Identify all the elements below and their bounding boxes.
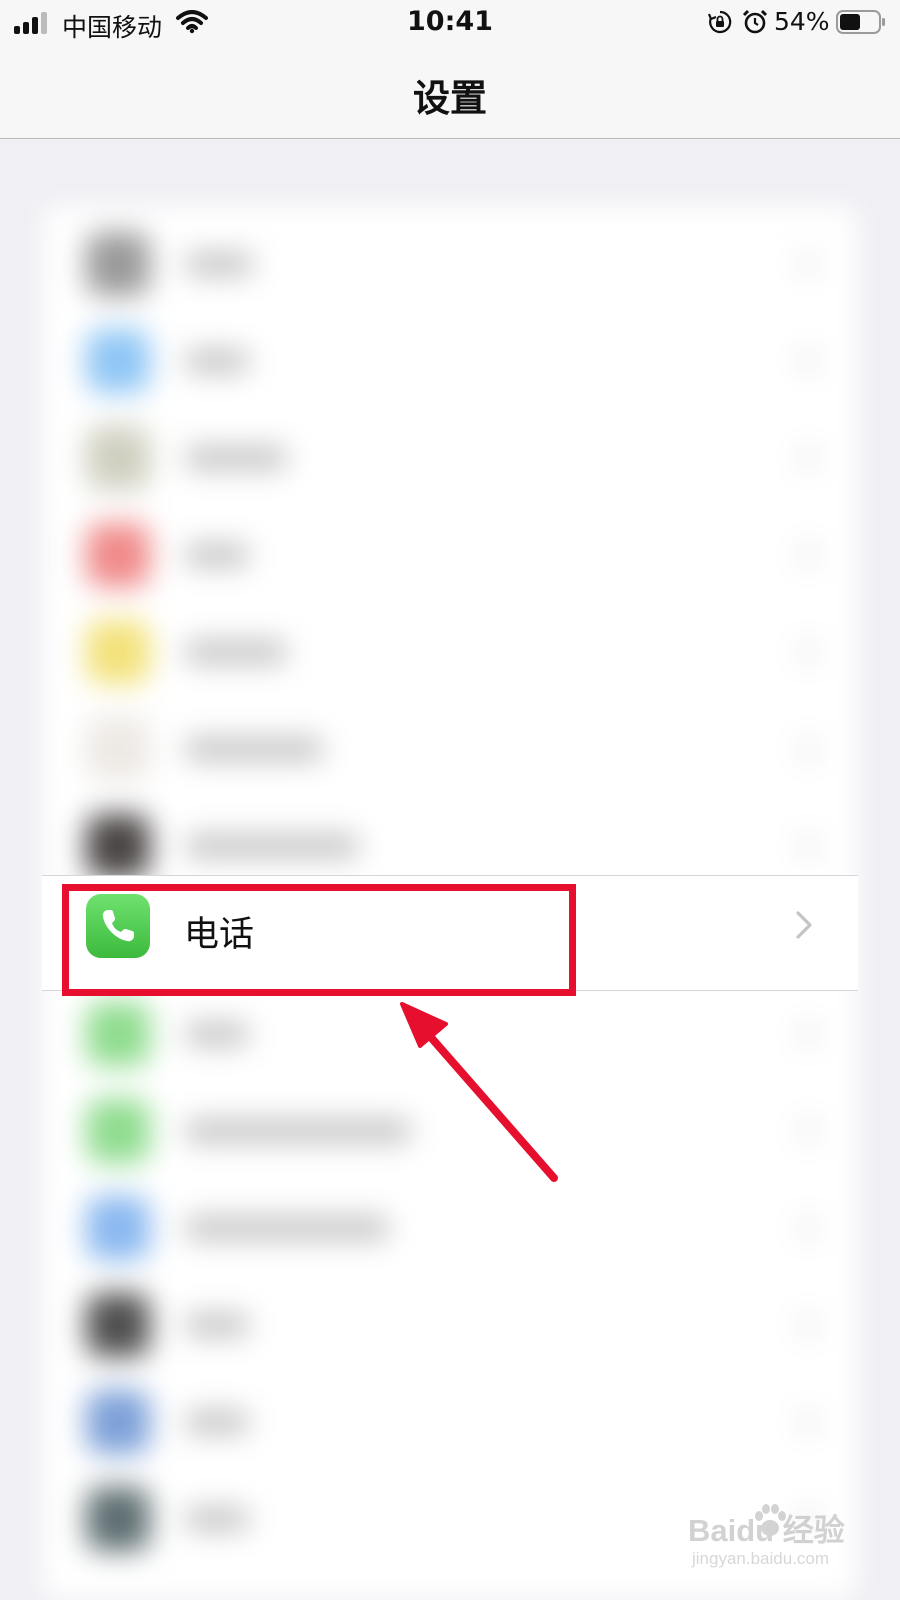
blurred-label <box>184 446 288 470</box>
blurred-list-item[interactable] <box>42 1176 858 1274</box>
blurred-list-item[interactable] <box>42 697 858 795</box>
blurred-app-icon <box>86 1293 150 1357</box>
blurred-list-item[interactable] <box>42 309 858 407</box>
blurred-app-icon <box>86 1487 150 1551</box>
chevron-right-icon <box>802 448 814 468</box>
chevron-right-icon <box>802 254 814 274</box>
status-bar: 中国移动 10:41 54% <box>0 0 900 48</box>
blurred-app-icon <box>86 814 150 878</box>
blurred-list-item[interactable] <box>42 982 858 1080</box>
blurred-app-icon <box>86 232 150 296</box>
blurred-app-icon <box>86 1196 150 1260</box>
blurred-label <box>184 737 324 761</box>
blurred-label <box>184 1119 412 1143</box>
blurred-app-icon <box>86 426 150 490</box>
watermark-url: jingyan.baidu.com <box>692 1549 830 1568</box>
blurred-list-item[interactable] <box>42 503 858 601</box>
paw-icon <box>755 1504 786 1536</box>
navigation-bar: 设置 <box>0 48 900 139</box>
blurred-label <box>184 640 288 664</box>
blurred-label <box>184 834 360 858</box>
blurred-app-icon <box>86 1002 150 1066</box>
alarm-icon <box>742 9 768 34</box>
blurred-app-icon <box>86 329 150 393</box>
blurred-label <box>184 252 254 276</box>
chevron-right-icon <box>802 351 814 371</box>
chevron-right-icon <box>802 1024 814 1044</box>
blurred-list-item[interactable] <box>42 406 858 504</box>
chevron-right-icon <box>802 1218 814 1238</box>
chevron-right-icon <box>802 836 814 856</box>
baidu-watermark: Baidu 经验 jingyan.baidu.com <box>688 1504 888 1595</box>
blurred-list-item[interactable] <box>42 1273 858 1371</box>
blurred-label <box>184 1507 250 1531</box>
annotation-highlight-box <box>62 884 576 996</box>
rotation-lock-icon <box>708 10 732 34</box>
blurred-label <box>184 1216 390 1240</box>
page-title: 设置 <box>413 77 487 120</box>
blurred-list-item[interactable] <box>42 600 858 698</box>
blurred-label <box>184 543 250 567</box>
blurred-app-icon <box>86 1390 150 1454</box>
blurred-app-icon <box>86 620 150 684</box>
blurred-label <box>184 1313 250 1337</box>
blurred-list-item[interactable] <box>42 212 858 310</box>
battery-icon <box>836 10 885 34</box>
blurred-list-item[interactable] <box>42 1370 858 1468</box>
blurred-label <box>184 1410 250 1434</box>
chevron-right-icon <box>802 642 814 662</box>
chevron-right-icon <box>802 1121 814 1141</box>
blurred-list-item[interactable] <box>42 1079 858 1177</box>
blurred-app-icon <box>86 523 150 587</box>
chevron-right-icon <box>802 1412 814 1432</box>
chevron-right-icon <box>802 545 814 565</box>
chevron-right-icon <box>802 739 814 759</box>
chevron-right-icon <box>796 911 812 939</box>
blurred-app-icon <box>86 717 150 781</box>
blurred-label <box>184 349 250 373</box>
battery-percent: 54% <box>774 7 830 36</box>
chevron-right-icon <box>802 1315 814 1335</box>
blurred-app-icon <box>86 1099 150 1163</box>
blurred-label <box>184 1022 250 1046</box>
